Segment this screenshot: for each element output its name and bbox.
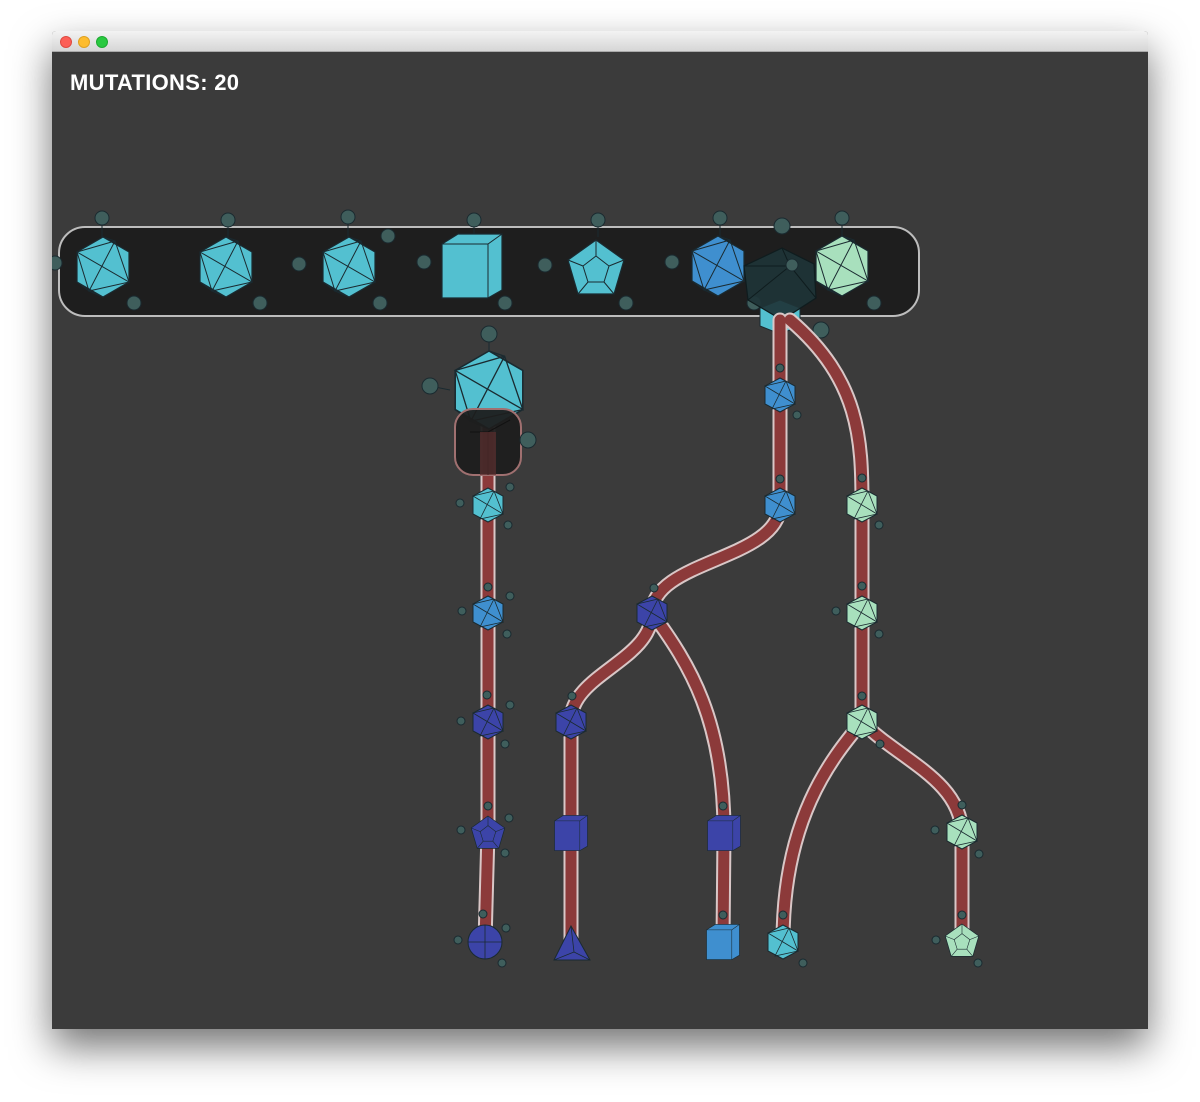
port-node[interactable]: [519, 431, 537, 449]
port-node[interactable]: [497, 295, 513, 311]
port-node[interactable]: [466, 212, 482, 228]
port-node[interactable]: [52, 255, 63, 271]
port-node[interactable]: [866, 295, 882, 311]
game-window: MUTATIONS: 20: [52, 31, 1148, 1029]
tetrahedron-icon: [553, 924, 591, 961]
port-node[interactable]: [126, 295, 142, 311]
port-node[interactable]: [773, 217, 791, 235]
cube-icon: [441, 233, 503, 299]
tree-node[interactable]: [553, 924, 591, 961]
port-node[interactable]: [480, 325, 498, 343]
port-node[interactable]: [372, 295, 388, 311]
tree-node[interactable]: [706, 910, 740, 960]
port-node[interactable]: [785, 258, 799, 272]
port-node[interactable]: [94, 210, 110, 226]
port-node[interactable]: [664, 254, 680, 270]
tree-node[interactable]: [554, 815, 588, 851]
port-node[interactable]: [252, 295, 268, 311]
port-node[interactable]: [537, 257, 553, 273]
tree-node[interactable]: [707, 801, 741, 851]
port-node[interactable]: [220, 212, 236, 228]
port-node[interactable]: [380, 228, 396, 244]
port-node[interactable]: [340, 209, 356, 225]
port-node[interactable]: [834, 210, 850, 226]
port-node[interactable]: [590, 212, 606, 228]
root-piece[interactable]: [421, 325, 537, 476]
port-node[interactable]: [618, 295, 634, 311]
port-node[interactable]: [712, 210, 728, 226]
port-node[interactable]: [416, 254, 432, 270]
port-node[interactable]: [291, 256, 307, 272]
tree-node[interactable]: [764, 474, 796, 523]
port-node[interactable]: [421, 377, 439, 395]
game-canvas[interactable]: [52, 31, 1148, 1029]
